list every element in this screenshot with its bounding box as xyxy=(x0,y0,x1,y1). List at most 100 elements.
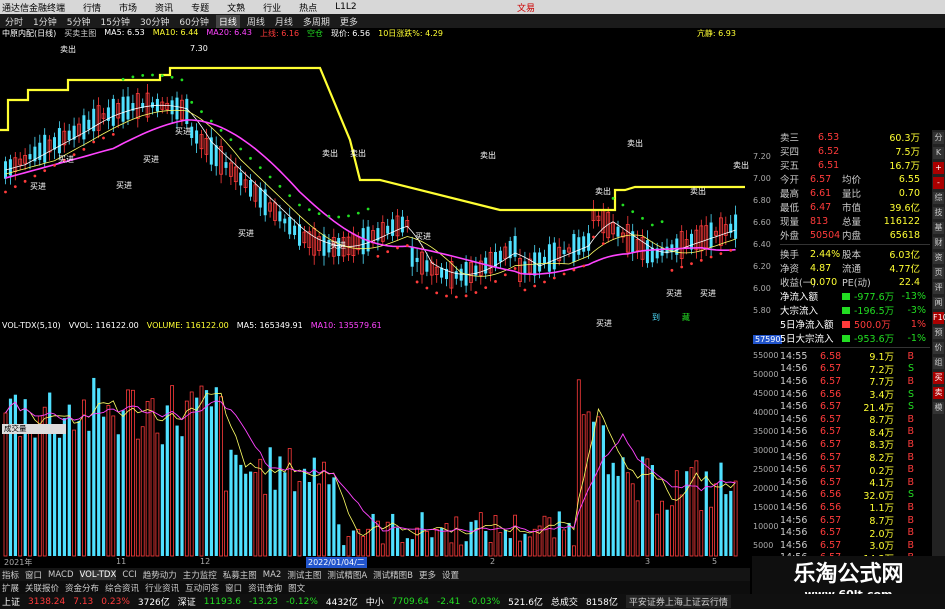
info-tab[interactable]: 扩展 xyxy=(2,582,19,594)
vol-tick: 50000 xyxy=(753,370,779,379)
tick-row: 14:56 6.56 1.1万 B xyxy=(780,501,930,515)
indicator-tab-active[interactable]: VOL-TDX xyxy=(79,569,117,580)
menu-l1l2[interactable]: L1L2 xyxy=(335,2,356,12)
info-tab[interactable]: 图文 xyxy=(288,582,305,594)
side-button[interactable]: 分 xyxy=(933,132,944,144)
period-tab[interactable]: 1分钟 xyxy=(30,15,60,28)
menu-industry[interactable]: 行业 xyxy=(263,1,281,14)
side-button[interactable]: 卖 xyxy=(933,387,944,399)
side-button[interactable]: 模 xyxy=(933,402,944,414)
stat-row: 净资 4.87 流通 4.77亿 xyxy=(780,261,930,276)
side-button[interactable]: - xyxy=(933,177,944,189)
stat-label: 收益(一) xyxy=(780,278,816,289)
stat-value: 0.70 xyxy=(898,187,920,199)
tick-time: 14:56 xyxy=(780,426,808,438)
tick-time: 14:56 xyxy=(780,413,808,425)
period-tab[interactable]: 周线 xyxy=(244,15,268,28)
period-tab[interactable]: 更多 xyxy=(337,15,361,28)
indicator-tab[interactable]: 指标 xyxy=(2,569,19,581)
menu-topics[interactable]: 专题 xyxy=(191,1,209,14)
indicator-tab[interactable]: 主力监控 xyxy=(183,569,217,581)
menu-5[interactable]: 文熟 xyxy=(227,1,245,14)
side-button[interactable]: 基 xyxy=(933,222,944,234)
tick-time: 14:56 xyxy=(780,527,808,539)
indicator-tab[interactable]: 测试精图B xyxy=(373,569,413,581)
side-button[interactable]: 价 xyxy=(933,342,944,354)
side-button[interactable]: 买 xyxy=(933,372,944,384)
index-name[interactable]: 上证 xyxy=(2,595,20,608)
period-tab[interactable]: 30分钟 xyxy=(137,15,172,28)
tick-row: 14:56 6.56 3.4万 S xyxy=(780,388,930,402)
period-tab[interactable]: 多周期 xyxy=(300,15,333,28)
side-button[interactable]: 组 xyxy=(933,357,944,369)
index-name[interactable]: 中小 xyxy=(366,595,384,608)
indicator-tab[interactable]: 测试主图 xyxy=(287,569,321,581)
info-tab[interactable]: 资讯查询 xyxy=(248,582,282,594)
stat-label: 最高 xyxy=(780,189,800,200)
info-tab[interactable]: 关联报价 xyxy=(25,582,59,594)
period-tab[interactable]: 60分钟 xyxy=(176,15,211,28)
stat-value: 22.4 xyxy=(898,276,920,288)
indicator-tab[interactable]: 趋势动力 xyxy=(143,569,177,581)
volume-box-label[interactable]: 成交量 xyxy=(2,424,66,434)
stat-row: 外盘 50504 内盘 65618 xyxy=(780,228,930,243)
side-button[interactable]: 评 xyxy=(933,282,944,294)
order-level: 买五 6.51 16.7万 xyxy=(780,158,930,173)
indicator-tab[interactable]: MA2 xyxy=(263,570,282,580)
tick-price: 6.57 xyxy=(820,539,842,551)
date-tick: 2021年 xyxy=(4,558,33,567)
date-tick: 11 xyxy=(116,557,127,566)
candlestick-chart[interactable] xyxy=(0,40,750,318)
volume-chart[interactable] xyxy=(0,320,750,557)
menu-news[interactable]: 资讯 xyxy=(155,1,173,14)
news-ticker[interactable]: 平安证券上海上证云行情 xyxy=(625,595,731,608)
sell-signal: 卖出 xyxy=(480,151,496,160)
side-button[interactable]: 闻 xyxy=(933,297,944,309)
index-pct: 0.23% xyxy=(101,596,130,607)
indicator-tab[interactable]: 更多 xyxy=(419,569,436,581)
period-tab[interactable]: 月线 xyxy=(272,15,296,28)
volume-axis: 57590 55000 50000 45000 40000 35000 3000… xyxy=(750,333,783,558)
period-tab[interactable]: 15分钟 xyxy=(97,15,132,28)
info-tab[interactable]: 互动问答 xyxy=(185,582,219,594)
index-name[interactable]: 深证 xyxy=(178,595,196,608)
tick-time: 14:56 xyxy=(780,401,808,413)
period-tab[interactable]: 分时 xyxy=(2,15,26,28)
tick-price: 6.57 xyxy=(820,363,842,375)
menu-quotes[interactable]: 行情 xyxy=(83,1,101,14)
side-button[interactable]: 技 xyxy=(933,207,944,219)
info-tab[interactable]: 窗口 xyxy=(225,582,242,594)
stat-row: 收益(一) 0.070 PE(动) 22.4 xyxy=(780,275,930,290)
info-tab[interactable]: 资金分布 xyxy=(65,582,99,594)
tick-time: 14:56 xyxy=(780,464,808,476)
formula-name[interactable]: 买卖主图 xyxy=(64,28,96,40)
side-button[interactable]: 预 xyxy=(933,327,944,339)
indicator-tab[interactable]: MACD xyxy=(48,570,73,580)
side-button[interactable]: K xyxy=(933,147,944,159)
sell-signal: 卖出 xyxy=(690,187,706,196)
price-axis: 7.20 7.00 6.80 6.60 6.40 6.20 6.00 5.80 xyxy=(750,40,780,318)
flow-row: 5日净流入额 500.0万 1% xyxy=(780,317,930,332)
indicator-tab[interactable]: CCI xyxy=(122,570,136,580)
side-button[interactable]: + xyxy=(933,162,944,174)
tick-side: B xyxy=(907,514,914,526)
indicator-tab[interactable]: 窗口 xyxy=(25,569,42,581)
side-button[interactable]: 财 xyxy=(933,237,944,249)
menu-hot[interactable]: 热点 xyxy=(299,1,317,14)
info-tab[interactable]: 行业资讯 xyxy=(145,582,179,594)
side-button[interactable]: 页 xyxy=(933,267,944,279)
indicator-tab[interactable]: 测试精图A xyxy=(327,569,367,581)
period-tab[interactable]: 5分钟 xyxy=(64,15,94,28)
total-value: 8158亿 xyxy=(585,598,618,608)
info-tab[interactable]: 综合资讯 xyxy=(105,582,139,594)
stat-value: 4.87 xyxy=(810,262,832,274)
flow-bar xyxy=(842,306,850,314)
side-button[interactable]: 资 xyxy=(933,252,944,264)
indicator-tab[interactable]: 私募主图 xyxy=(223,569,257,581)
menu-market[interactable]: 市场 xyxy=(119,1,137,14)
side-button[interactable]: 综 xyxy=(933,192,944,204)
period-tab-active[interactable]: 日线 xyxy=(215,14,240,28)
side-button[interactable]: F10 xyxy=(933,312,945,324)
indicator-tab[interactable]: 设置 xyxy=(442,569,459,581)
flow-pct: -1% xyxy=(907,332,927,344)
